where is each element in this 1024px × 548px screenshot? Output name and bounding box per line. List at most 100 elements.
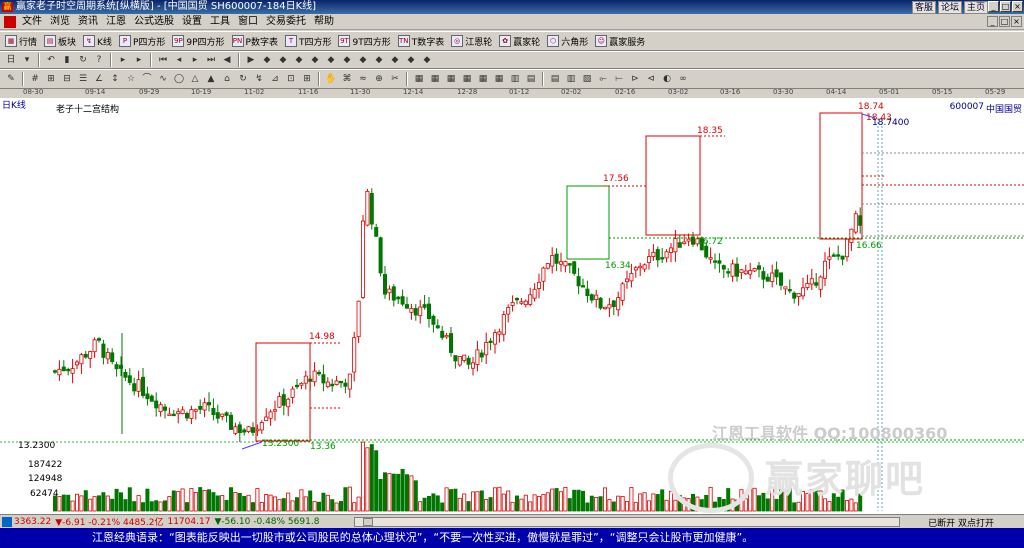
tool-icon[interactable]: ◆	[308, 53, 322, 67]
tool-icon[interactable]: ▶	[244, 53, 258, 67]
tool-icon[interactable]: ◂	[172, 53, 186, 67]
tool-icon[interactable]: ▦	[412, 72, 426, 86]
menu-help[interactable]: 帮助	[310, 14, 338, 30]
app-menu-icon[interactable]	[4, 15, 16, 28]
tool-icon[interactable]: ◆	[324, 53, 338, 67]
tool-icon[interactable]: ∿	[156, 72, 170, 86]
tool-icon[interactable]: ▾	[20, 53, 34, 67]
tool-icon[interactable]: ▥	[508, 72, 522, 86]
toolbar-button-service[interactable]: ☺ 赢家服务	[593, 33, 650, 49]
tool-icon[interactable]: ▦	[460, 72, 474, 86]
menu-gann[interactable]: 江恩	[102, 14, 130, 30]
tool-icon[interactable]: ⊡	[284, 72, 298, 86]
tool-icon[interactable]: ⊳	[628, 72, 642, 86]
tool-icon[interactable]: ⌂	[220, 72, 234, 86]
menu-file[interactable]: 文件	[18, 14, 46, 30]
tool-icon[interactable]: ◆	[260, 53, 274, 67]
tool-icon[interactable]: ▦	[492, 72, 506, 86]
tool-icon[interactable]: ▸	[116, 53, 130, 67]
forum-link[interactable]: 论坛	[937, 1, 962, 14]
tool-icon[interactable]: ≈	[356, 72, 370, 86]
toolbar-button-9t-square[interactable]: 9T 9T四方形	[336, 33, 395, 49]
tool-icon[interactable]: ⊞	[44, 72, 58, 86]
toolbar-button-9p-square[interactable]: 9P 9P四方形	[170, 33, 229, 49]
tool-icon[interactable]: ◆	[340, 53, 354, 67]
tool-icon[interactable]: ⟝	[612, 72, 626, 86]
tool-icon[interactable]: ◆	[372, 53, 386, 67]
tool-icon[interactable]: ◆	[420, 53, 434, 67]
tool-icon[interactable]: ▦	[476, 72, 490, 86]
toolbar-button-pnum[interactable]: PN P数字表	[230, 33, 283, 49]
tool-icon[interactable]: ⊟	[60, 72, 74, 86]
menu-settings[interactable]: 设置	[178, 14, 206, 30]
toolbar-button-winner-wheel[interactable]: ✿ 赢家轮	[497, 33, 545, 49]
tool-icon[interactable]: ↻	[236, 72, 250, 86]
tool-icon[interactable]: ◆	[388, 53, 402, 67]
toolbar-button-tnum[interactable]: TN T数字表	[396, 33, 450, 49]
tool-icon[interactable]: ⏮	[156, 53, 170, 67]
close-button[interactable]: ×	[1012, 1, 1023, 12]
child-close-button[interactable]: ×	[1011, 16, 1022, 27]
horizontal-scrollbar[interactable]	[354, 517, 900, 527]
tool-icon[interactable]: ☆	[124, 72, 138, 86]
tool-icon[interactable]: ∠	[92, 72, 106, 86]
menu-window[interactable]: 窗口	[234, 14, 262, 30]
chart-area[interactable]: 187422 124948 62474 13.2300 14.98 13.36 13.230…	[0, 98, 1024, 514]
toolbar-button-grid[interactable]: ▦ 行情	[3, 33, 42, 49]
tool-icon[interactable]: ∞	[676, 72, 690, 86]
child-restore-button[interactable]: □	[999, 16, 1010, 27]
service-link[interactable]: 客服	[911, 1, 936, 14]
tool-icon[interactable]: ▸	[132, 53, 146, 67]
tool-icon[interactable]: ⟜	[596, 72, 610, 86]
menu-info[interactable]: 资讯	[74, 14, 102, 30]
tool-icon[interactable]: ▧	[580, 72, 594, 86]
tool-icon[interactable]: ◆	[292, 53, 306, 67]
tool-icon[interactable]: ◆	[404, 53, 418, 67]
toolbar-button-gann-wheel[interactable]: ◎ 江恩轮	[449, 33, 497, 49]
tool-icon[interactable]: ↶	[44, 53, 58, 67]
tool-icon[interactable]: ▮	[60, 53, 74, 67]
tool-icon[interactable]: ▤	[548, 72, 562, 86]
tool-icon[interactable]: ▦	[428, 72, 442, 86]
toolbar-button-hexagon[interactable]: ⬡ 六角形	[545, 33, 593, 49]
tool-icon[interactable]: ✂	[388, 72, 402, 86]
tool-icon[interactable]: ▤	[524, 72, 538, 86]
tool-icon[interactable]: ▲	[204, 72, 218, 86]
tool-icon[interactable]: ◐	[660, 72, 674, 86]
tool-icon[interactable]: ⌘	[340, 72, 354, 86]
tool-icon[interactable]: 日	[4, 53, 18, 67]
tool-icon[interactable]: ◯	[172, 72, 186, 86]
toolbar-button-board[interactable]: ▤ 板块	[42, 33, 81, 49]
tool-icon[interactable]: ◆	[356, 53, 370, 67]
toolbar-button-kline[interactable]: ↯ K线	[81, 33, 117, 49]
tool-icon[interactable]: ⊿	[268, 72, 282, 86]
tool-icon[interactable]: #	[28, 72, 42, 86]
tool-icon[interactable]: ▥	[564, 72, 578, 86]
home-link[interactable]: 主页	[963, 1, 988, 14]
tool-icon[interactable]: ▦	[444, 72, 458, 86]
menu-trade[interactable]: 交易委托	[262, 14, 310, 30]
tool-icon[interactable]: ↯	[252, 72, 266, 86]
tool-icon[interactable]: ⊕	[372, 72, 386, 86]
tool-icon[interactable]: ◆	[276, 53, 290, 67]
minimize-button[interactable]: _	[988, 1, 999, 12]
tool-icon[interactable]: ✋	[324, 72, 338, 86]
tool-icon[interactable]: ⊲	[644, 72, 658, 86]
tool-icon[interactable]: △	[188, 72, 202, 86]
menu-browse[interactable]: 浏览	[46, 14, 74, 30]
tool-icon[interactable]: ?	[92, 53, 106, 67]
connection-status[interactable]: 已断开 双点打开	[928, 516, 994, 528]
maximize-button[interactable]: □	[1000, 1, 1011, 12]
tool-icon[interactable]: ▸	[188, 53, 202, 67]
scroll-thumb[interactable]	[363, 518, 373, 526]
tool-icon[interactable]: ✎	[4, 72, 18, 86]
tool-icon[interactable]: ⏭	[204, 53, 218, 67]
toolbar-button-p-square[interactable]: P P四方形	[117, 33, 170, 49]
tool-icon[interactable]: ◀	[220, 53, 234, 67]
menu-tools[interactable]: 工具	[206, 14, 234, 30]
tool-icon[interactable]: ↻	[76, 53, 90, 67]
tool-icon[interactable]: ☰	[76, 72, 90, 86]
tool-icon[interactable]: ⌒	[140, 72, 154, 86]
tool-icon[interactable]: ⊞	[300, 72, 314, 86]
tool-icon[interactable]: ↕	[108, 72, 122, 86]
